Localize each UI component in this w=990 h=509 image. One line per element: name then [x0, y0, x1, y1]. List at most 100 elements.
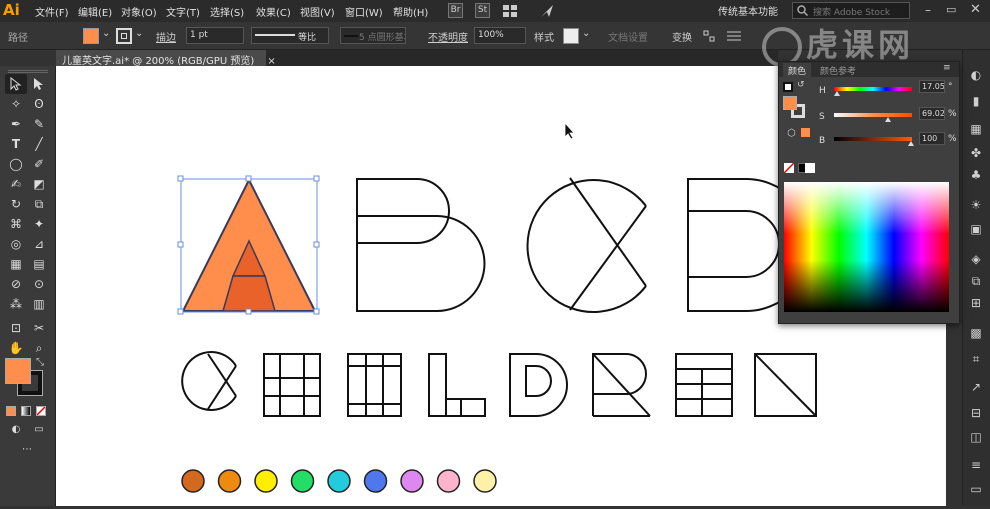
tab-color[interactable]: 颜色: [783, 63, 812, 78]
gamut-swatch[interactable]: [801, 128, 810, 137]
artboards-icon[interactable]: ⧉: [967, 272, 985, 290]
color-swatch-circle[interactable]: [436, 469, 461, 493]
letter-r-shape[interactable]: [592, 353, 651, 417]
shape-builder-tool-icon[interactable]: ◎: [5, 234, 27, 254]
letter-h-shape[interactable]: [263, 353, 321, 417]
slider-s-value[interactable]: 69.02: [919, 107, 945, 120]
ellipse-tool-icon[interactable]: ◯: [5, 154, 27, 174]
letter-i-shape[interactable]: [347, 353, 402, 417]
menu-edit[interactable]: 编辑(E): [78, 4, 112, 19]
curvature-tool-icon[interactable]: ✎: [28, 114, 50, 134]
symbols-icon[interactable]: ♣: [967, 166, 985, 184]
width-tool-icon[interactable]: ⌘: [5, 214, 27, 234]
slider-b-track[interactable]: [834, 137, 912, 141]
letter-d-small-shape[interactable]: [509, 353, 568, 417]
puppet-warp-tool-icon[interactable]: ✦: [28, 214, 50, 234]
transform-label[interactable]: 变换: [672, 29, 692, 44]
align-icon[interactable]: [703, 30, 715, 42]
white-swatch[interactable]: [805, 163, 815, 173]
brushes-icon[interactable]: ✤: [967, 144, 985, 162]
transform-panel-icon[interactable]: ⊞: [967, 294, 985, 312]
bridge-icon[interactable]: Br: [448, 3, 463, 18]
asset-export-icon[interactable]: ↗: [967, 378, 985, 396]
direct-selection-tool-icon[interactable]: [28, 74, 50, 94]
menu-view[interactable]: 视图(V): [300, 4, 335, 19]
stroke-weight-field[interactable]: 1 pt: [186, 27, 244, 44]
letter-a-shape[interactable]: [181, 177, 317, 312]
menu-help[interactable]: 帮助(H): [393, 4, 428, 19]
hand-tool-icon[interactable]: ✋: [5, 338, 27, 358]
swap-fill-stroke-icon[interactable]: ⤡: [36, 357, 44, 368]
swatches-icon[interactable]: ▦: [967, 120, 985, 138]
stock-icon[interactable]: St: [475, 3, 490, 18]
type-tool-icon[interactable]: T: [5, 134, 27, 154]
letter-b-shape[interactable]: [356, 178, 486, 312]
selection-tool-icon[interactable]: [5, 74, 27, 94]
graphic-styles-icon[interactable]: ▣: [967, 220, 985, 238]
libraries-icon[interactable]: ▩: [967, 324, 985, 342]
maximize-icon[interactable]: ▭: [946, 3, 956, 16]
menu-effect[interactable]: 效果(C): [256, 4, 291, 19]
zoom-tool-icon[interactable]: ⌕: [28, 338, 50, 358]
color-swatch-circle[interactable]: [254, 469, 278, 493]
pen-tool-icon[interactable]: ✒: [5, 114, 27, 134]
scale-tool-icon[interactable]: ⧉: [28, 194, 50, 214]
paintbrush-tool-icon[interactable]: ✐: [28, 154, 50, 174]
color-swatch-circle[interactable]: [327, 469, 351, 493]
stroke-label[interactable]: 描边: [156, 29, 176, 44]
workspace-switcher[interactable]: 传统基本功能: [718, 3, 778, 18]
arrange-documents-icon[interactable]: [503, 5, 517, 17]
panel-menu-icon[interactable]: ≡: [943, 63, 951, 73]
align-panel-icon[interactable]: ⊟: [967, 404, 985, 422]
blend-tool-icon[interactable]: ⊙: [28, 274, 50, 294]
color-mode-icon[interactable]: [6, 406, 16, 416]
none-swatch-icon[interactable]: [783, 162, 795, 174]
line-segment-tool-icon[interactable]: ╱: [28, 134, 50, 154]
slider-h-value[interactable]: 17.05: [919, 80, 945, 93]
color-swatch-circle[interactable]: [181, 469, 205, 493]
letter-l-shape[interactable]: [428, 353, 486, 417]
fill-color-swatch[interactable]: [83, 28, 99, 44]
perspective-grid-tool-icon[interactable]: ⊿: [28, 234, 50, 254]
menu-object[interactable]: 对象(O): [121, 4, 157, 19]
color-swatch-circle[interactable]: [290, 469, 315, 493]
layers-icon[interactable]: ◈: [967, 250, 985, 268]
shaper-tool-icon[interactable]: ✍: [5, 174, 27, 194]
gpu-performance-icon[interactable]: [540, 4, 554, 18]
lasso-tool-icon[interactable]: ʘ: [28, 94, 50, 114]
panel-fill-swatch[interactable]: [783, 96, 797, 110]
chevron-down-icon[interactable]: ⌄: [102, 28, 110, 39]
menu-window[interactable]: 窗口(W): [345, 4, 383, 19]
eyedropper-tool-icon[interactable]: ⊘: [5, 274, 27, 294]
stroke-panel-icon[interactable]: ≡: [967, 456, 985, 474]
color-swatch-circle[interactable]: [217, 469, 242, 493]
menu-file[interactable]: 文件(F): [35, 4, 69, 19]
slider-b-thumb[interactable]: [908, 141, 914, 146]
magic-wand-tool-icon[interactable]: ✧: [5, 94, 27, 114]
links-icon[interactable]: ⌗: [967, 350, 985, 368]
fill-color-box[interactable]: [5, 358, 31, 384]
out-of-gamut-icon[interactable]: ⬡: [787, 128, 796, 139]
edit-toolbar-icon[interactable]: ⋯: [16, 440, 38, 460]
swap-icon[interactable]: ↺: [797, 80, 805, 90]
gradient-mode-icon[interactable]: [21, 406, 31, 416]
slider-s-thumb[interactable]: [885, 117, 891, 122]
letter-e-shape[interactable]: [675, 353, 733, 417]
tab-color-guide[interactable]: 颜色参考: [815, 63, 861, 78]
letter-n-shape[interactable]: [754, 353, 817, 417]
rotate-tool-icon[interactable]: ↻: [5, 194, 27, 214]
draw-mode-icon[interactable]: ◐: [5, 420, 27, 440]
opacity-label[interactable]: 不透明度: [428, 29, 468, 44]
menu-select[interactable]: 选择(S): [210, 4, 244, 19]
minimize-icon[interactable]: –: [925, 3, 931, 17]
stock-search-input[interactable]: 搜索 Adobe Stock: [792, 2, 910, 19]
default-colors-icon[interactable]: [783, 82, 793, 92]
screen-mode-icon[interactable]: ▭: [28, 420, 50, 440]
mesh-tool-icon[interactable]: ▦: [5, 254, 27, 274]
column-graph-tool-icon[interactable]: ▥: [28, 294, 50, 314]
slider-h-thumb[interactable]: [834, 91, 840, 96]
eraser-tool-icon[interactable]: ◩: [28, 174, 50, 194]
color-swatch-circle[interactable]: [473, 469, 497, 493]
artboard-tool-icon[interactable]: ⊡: [5, 318, 27, 338]
slider-h-track[interactable]: [834, 87, 912, 91]
